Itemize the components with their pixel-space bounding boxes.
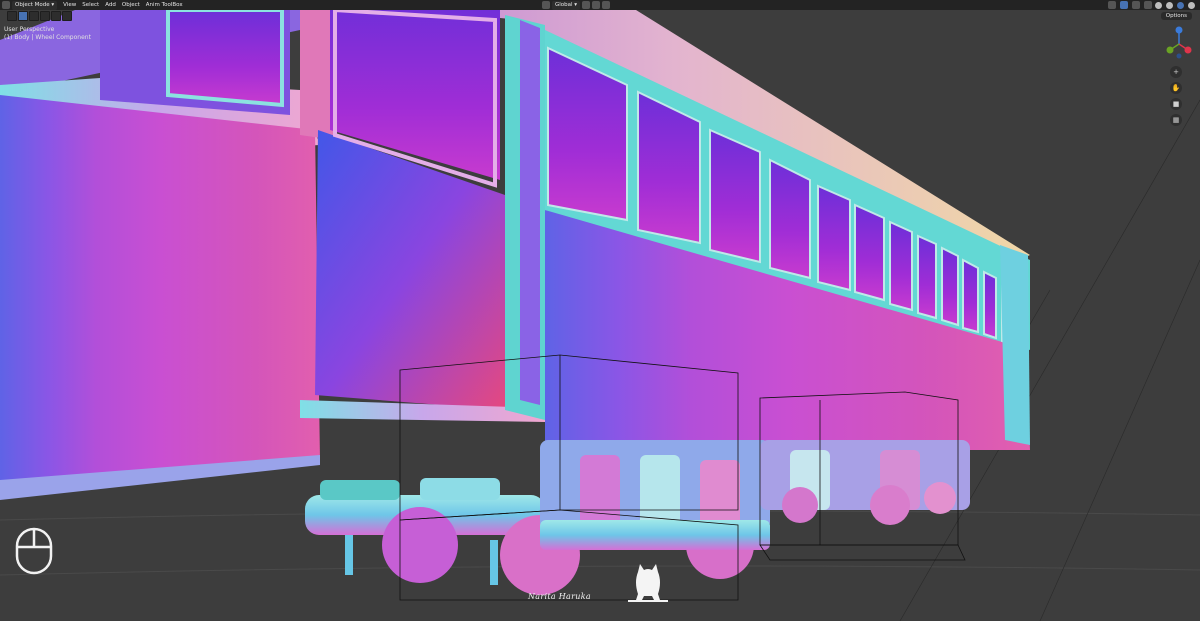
pivot-icon[interactable] (582, 1, 591, 9)
gizmo-icon[interactable] (1120, 1, 1128, 9)
editor-type-icon[interactable] (2, 1, 10, 9)
camera-icon[interactable]: ■ (1170, 98, 1182, 110)
select-mode-tools (7, 11, 72, 21)
options-button[interactable]: Options (1160, 12, 1192, 20)
transform-tools: Global ▾ (540, 0, 611, 10)
menu-anim-toolbox[interactable]: Anim ToolBox (146, 0, 183, 10)
proportional-edit-icon[interactable] (602, 1, 611, 9)
orientation-dropdown[interactable]: Global ▾ (552, 0, 581, 10)
solid-shading-button[interactable] (1165, 0, 1174, 10)
select-extend-icon[interactable] (29, 11, 39, 21)
grid-icon[interactable]: ▦ (1170, 114, 1182, 126)
mode-label: Object Mode (15, 2, 50, 8)
axis-gizmo[interactable] (1164, 22, 1194, 62)
overlay-icon[interactable] (1132, 1, 1140, 9)
orientation-icon[interactable] (542, 1, 550, 9)
material-shading-button[interactable] (1176, 0, 1185, 10)
mouse-icon (15, 527, 53, 575)
menu-select[interactable]: Select (82, 0, 99, 10)
select-invert-icon[interactable] (51, 11, 61, 21)
select-subtract-icon[interactable] (40, 11, 50, 21)
perspective-label: User Perspective (4, 26, 55, 33)
viewport-render (0, 0, 1200, 621)
shading-tools (1106, 0, 1196, 10)
collection-label: (1) Body | Wheel Component (4, 34, 91, 41)
select-tool-icon[interactable] (7, 11, 17, 21)
artist-signature: Narita Haruka (528, 592, 591, 601)
navigation-gizmo[interactable]: + ✋ ■ ▦ (1164, 22, 1194, 132)
menu-object[interactable]: Object (122, 0, 140, 10)
select-box-icon[interactable] (18, 11, 28, 21)
orientation-label: Global (555, 2, 573, 8)
cat-logo (628, 564, 668, 602)
zoom-icon[interactable]: + (1170, 66, 1182, 78)
pan-icon[interactable]: ✋ (1170, 82, 1182, 94)
menu-add[interactable]: Add (105, 0, 116, 10)
wireframe-shading-button[interactable] (1154, 0, 1163, 10)
select-intersect-icon[interactable] (62, 11, 72, 21)
visibility-icon[interactable] (1108, 1, 1116, 9)
3d-viewport[interactable] (0, 0, 1200, 621)
viewport-header: Object Mode ▾ View Select Add Object Ani… (0, 0, 1200, 10)
menu-view[interactable]: View (63, 0, 76, 10)
viewport-info: User Perspective (1) Body | Wheel Compon… (4, 26, 91, 42)
mode-dropdown[interactable]: Object Mode ▾ (12, 0, 58, 10)
snap-icon[interactable] (592, 1, 601, 9)
rendered-shading-button[interactable] (1187, 0, 1196, 10)
xray-icon[interactable] (1144, 1, 1152, 9)
